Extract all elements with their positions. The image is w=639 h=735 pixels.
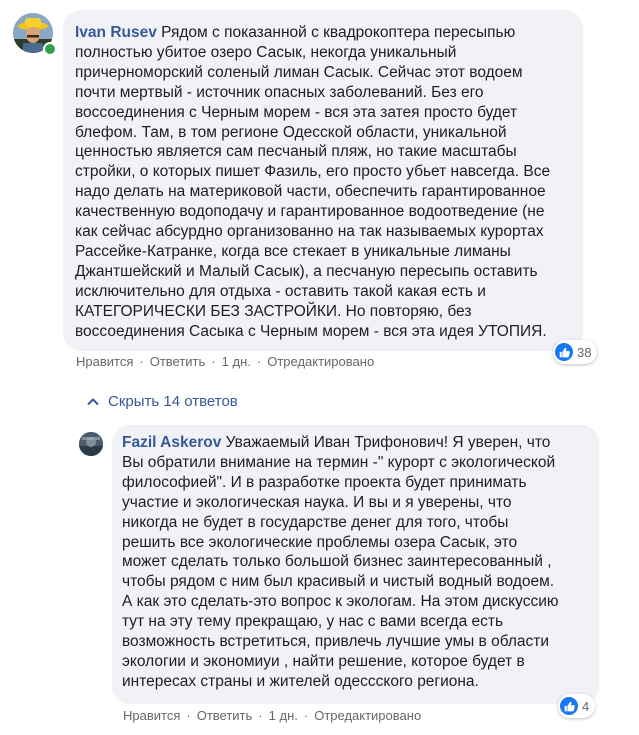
separator: ·	[211, 354, 216, 369]
comment-bubble: Ivan Rusev Рядом с показанной с квадроко…	[63, 10, 583, 351]
comment-body: Рядом с показанной с квадрокоптера перес…	[75, 24, 551, 340]
reply-body: Уважаемый Иван Трифонович! Я уверен, что…	[122, 434, 559, 690]
comment-text: Ivan Rusev Рядом с показанной с квадроко…	[75, 23, 571, 342]
reply-reactions-count: 4	[582, 698, 590, 714]
reply-edited-label: Отредактировано	[314, 708, 422, 723]
reply-reactions-badge[interactable]: 4	[558, 694, 596, 718]
reply-actions: Нравится · Ответить · 1 дн. · Отредактир…	[123, 708, 421, 723]
like-icon	[560, 697, 578, 715]
comment-author[interactable]: Ivan Rusev	[75, 24, 157, 41]
online-status-dot	[43, 42, 57, 56]
like-button[interactable]: Нравится	[76, 354, 133, 369]
reply-text: Fazil Askerov Уважаемый Иван Трифонович!…	[122, 433, 589, 692]
timestamp-link[interactable]: 1 дн.	[222, 354, 251, 369]
reply-bubble: Fazil Askerov Уважаемый Иван Трифонович!…	[112, 425, 599, 704]
separator: ·	[139, 354, 144, 369]
comment-actions: Нравится · Ответить · 1 дн. · Отредактир…	[76, 354, 374, 369]
reply-timestamp-link[interactable]: 1 дн.	[269, 708, 298, 723]
separator: ·	[256, 354, 262, 369]
reply-button[interactable]: Ответить	[150, 354, 206, 369]
separator: ·	[303, 708, 309, 723]
reply-reply-button[interactable]: Ответить	[197, 708, 253, 723]
separator: ·	[258, 708, 263, 723]
reactions-count: 38	[577, 344, 592, 360]
reactions-badge[interactable]: 38	[553, 340, 598, 364]
reply-avatar-image	[79, 432, 103, 456]
chevron-up-icon	[87, 397, 99, 405]
hide-replies-button[interactable]: Скрыть 14 ответов	[86, 393, 238, 410]
reply-like-button[interactable]: Нравится	[123, 708, 180, 723]
separator: ·	[186, 708, 191, 723]
reply-author[interactable]: Fazil Askerov	[122, 434, 221, 451]
hide-replies-label: Скрыть 14 ответов	[108, 393, 238, 410]
edited-label: Отредактировано	[267, 354, 375, 369]
like-icon	[555, 343, 573, 361]
reply-avatar[interactable]	[79, 432, 103, 456]
